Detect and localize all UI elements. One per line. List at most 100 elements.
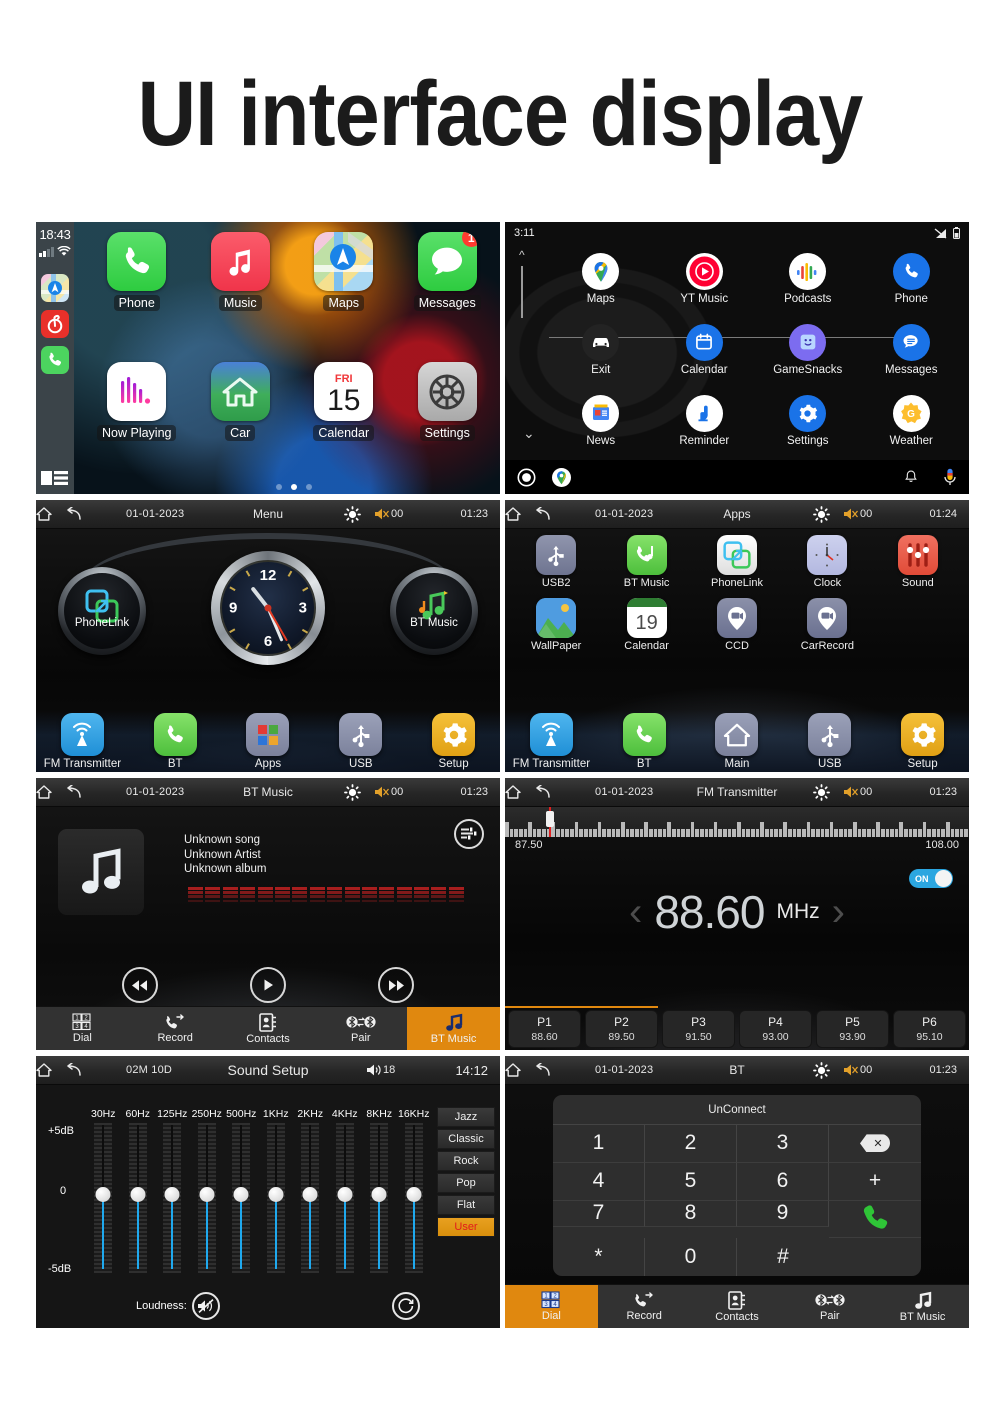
menu-volume[interactable]: 00 <box>374 507 403 521</box>
play-button[interactable] <box>250 967 286 1003</box>
dock-item-bt[interactable]: BT <box>598 713 691 772</box>
key-hash[interactable]: # <box>737 1238 829 1276</box>
eq-slider-knob[interactable] <box>199 1187 215 1202</box>
eq-slider-250hz[interactable] <box>190 1123 225 1273</box>
carplay-app-car[interactable]: Car <box>192 362 290 488</box>
fm-preset-4[interactable]: P4 93.00 <box>739 1010 812 1048</box>
dock-item-bt[interactable]: BT <box>129 713 222 772</box>
eq-preset-flat[interactable]: Flat <box>437 1195 495 1215</box>
dock-item-fm-transmitter[interactable]: FM Transmitter <box>505 713 598 772</box>
bt-nav-bt-music[interactable]: BT Music <box>876 1285 969 1328</box>
aa-app-settings[interactable]: Settings <box>756 385 860 456</box>
home-circle-icon[interactable] <box>517 468 536 487</box>
carplay-app-messages[interactable]: 1 Messages <box>399 232 497 358</box>
fm-preset-2[interactable]: P2 89.50 <box>585 1010 658 1048</box>
brightness-icon[interactable] <box>813 1062 830 1079</box>
app-calendar[interactable]: 19 Calendar <box>601 597 691 660</box>
previous-track-button[interactable] <box>122 967 158 1003</box>
carplay-app-maps[interactable]: Maps <box>295 232 393 358</box>
phone-icon[interactable] <box>41 346 69 374</box>
eq-slider-knob[interactable] <box>302 1187 318 1202</box>
carplay-page-dots[interactable] <box>88 484 500 490</box>
bt-nav-record[interactable]: Record <box>129 1007 222 1050</box>
key-plus[interactable]: + <box>829 1163 921 1201</box>
eq-slider-60hz[interactable] <box>121 1123 156 1273</box>
next-track-button[interactable] <box>378 967 414 1003</box>
brightness-icon[interactable] <box>813 784 830 801</box>
key-star[interactable]: * <box>553 1238 645 1276</box>
eq-preset-jazz[interactable]: Jazz <box>437 1107 495 1127</box>
carplay-app-phone[interactable]: Phone <box>88 232 186 358</box>
app-usb2[interactable]: USB2 <box>511 535 601 597</box>
maps-icon[interactable] <box>41 274 69 302</box>
eq-slider-knob[interactable] <box>130 1187 146 1202</box>
fm-volume[interactable]: 00 <box>843 785 872 799</box>
aa-app-reminder[interactable]: Reminder <box>653 385 757 456</box>
bt-nav-contacts[interactable]: Contacts <box>691 1285 784 1328</box>
eq-preset-pop[interactable]: Pop <box>437 1173 495 1193</box>
dock-item-setup[interactable]: Setup <box>876 713 969 772</box>
bt-nav-dial[interactable]: 12 34 Dial <box>505 1285 598 1328</box>
brightness-icon[interactable] <box>344 784 361 801</box>
key-4[interactable]: 4 <box>553 1162 645 1201</box>
eq-slider-knob[interactable] <box>233 1187 249 1202</box>
key-2[interactable]: 2 <box>645 1125 737 1163</box>
btdial-volume[interactable]: 00 <box>843 1063 872 1077</box>
app-phonelink[interactable]: PhoneLink <box>692 535 782 597</box>
google-maps-icon[interactable] <box>552 467 571 487</box>
aa-app-exit[interactable]: Exit <box>549 315 653 386</box>
app-wallpaper[interactable]: WallPaper <box>511 597 601 660</box>
app-sound[interactable]: Sound <box>873 535 963 597</box>
fm-scale-knob[interactable] <box>546 811 555 827</box>
key-1[interactable]: 1 <box>553 1125 645 1163</box>
chevron-down-icon[interactable]: ⌄ <box>523 425 535 442</box>
fm-frequency-scale[interactable] <box>505 807 969 837</box>
carplay-app-now-playing[interactable]: Now Playing <box>88 362 186 488</box>
app-carrecord[interactable]: CarRecord <box>782 597 872 660</box>
chevron-right-icon[interactable]: › <box>832 892 845 932</box>
key-6[interactable]: 6 <box>737 1162 829 1201</box>
netease-music-icon[interactable] <box>41 310 69 338</box>
brightness-icon[interactable] <box>344 506 361 523</box>
eq-slider-500hz[interactable] <box>224 1123 259 1273</box>
eq-slider-4khz[interactable] <box>328 1123 363 1273</box>
eq-slider-knob[interactable] <box>95 1187 111 1202</box>
aa-app-gamesnacks[interactable]: GameSnacks <box>756 315 860 386</box>
menu-gauge-btmusic[interactable]: BT Music <box>390 567 478 655</box>
backspace-key[interactable]: ✕ <box>829 1125 921 1163</box>
eq-slider-1khz[interactable] <box>259 1123 294 1273</box>
key-5[interactable]: 5 <box>645 1162 737 1201</box>
brightness-icon[interactable] <box>813 506 830 523</box>
eq-slider-8khz[interactable] <box>362 1123 397 1273</box>
chevron-up-icon[interactable]: ^ <box>519 249 525 261</box>
aa-app-calendar[interactable]: Calendar <box>653 315 757 386</box>
dock-item-apps[interactable]: Apps <box>222 713 315 772</box>
chevron-left-icon[interactable]: ‹ <box>629 892 642 932</box>
aa-app-weather[interactable]: G Weather <box>860 385 964 456</box>
fm-preset-6[interactable]: P6 95.10 <box>893 1010 966 1048</box>
eq-slider-16khz[interactable] <box>397 1123 432 1273</box>
key-0[interactable]: 0 <box>645 1238 737 1276</box>
loudness-toggle-button[interactable] <box>191 1292 220 1320</box>
dock-item-main[interactable]: Main <box>691 713 784 772</box>
eq-slider-125hz[interactable] <box>155 1123 190 1273</box>
bt-nav-bt-music[interactable]: BT Music <box>407 1007 500 1050</box>
key-7[interactable]: 7 <box>553 1200 645 1227</box>
call-button[interactable] <box>829 1201 921 1239</box>
aa-app-news[interactable]: News <box>549 385 653 456</box>
key-8[interactable]: 8 <box>645 1200 737 1227</box>
bt-nav-pair[interactable]: Pair <box>314 1007 407 1050</box>
dock-item-setup[interactable]: Setup <box>407 713 500 772</box>
equalizer-icon[interactable] <box>454 819 484 849</box>
app-clock[interactable]: Clock <box>782 535 872 597</box>
dock-item-fm-transmitter[interactable]: FM Transmitter <box>36 713 129 772</box>
eq-slider-knob[interactable] <box>406 1187 422 1202</box>
dock-item-usb[interactable]: USB <box>783 713 876 772</box>
key-3[interactable]: 3 <box>737 1125 829 1163</box>
eq-slider-knob[interactable] <box>164 1187 180 1202</box>
bt-nav-dial[interactable]: 12 34 Dial <box>36 1007 129 1050</box>
carplay-app-settings[interactable]: Settings <box>399 362 497 488</box>
aa-app-phone[interactable]: Phone <box>860 244 964 315</box>
key-9[interactable]: 9 <box>737 1200 829 1227</box>
eq-slider-knob[interactable] <box>268 1187 284 1202</box>
